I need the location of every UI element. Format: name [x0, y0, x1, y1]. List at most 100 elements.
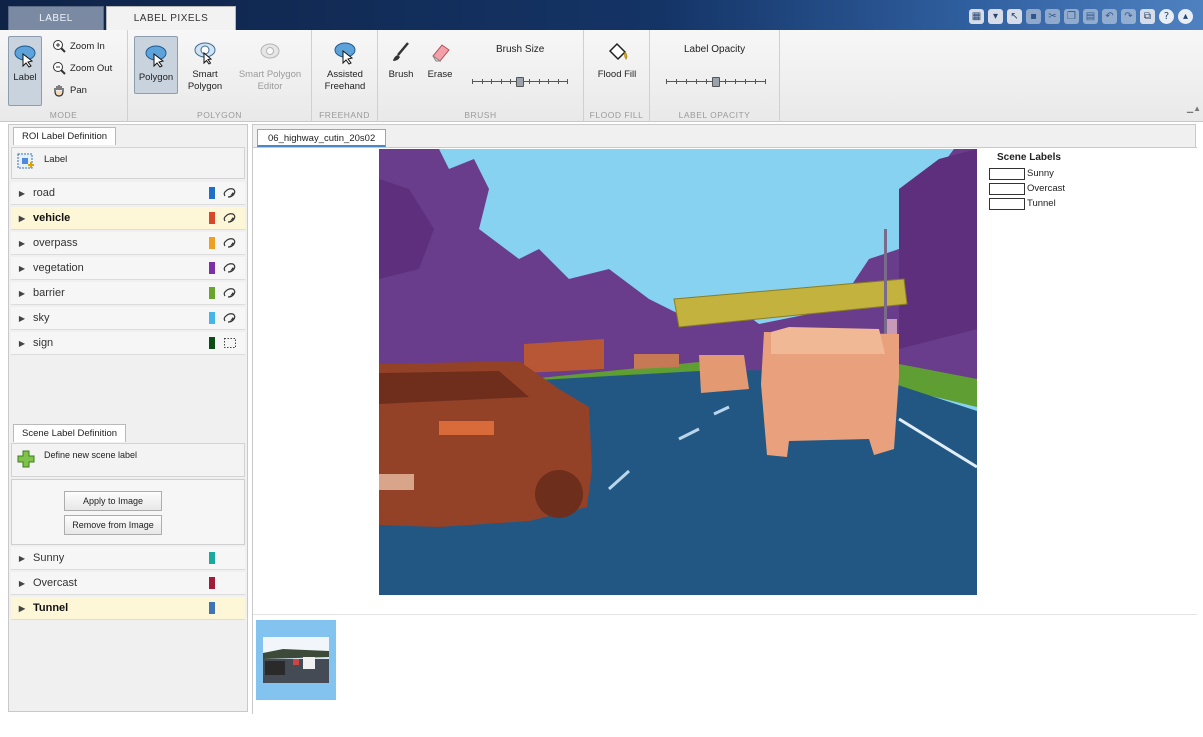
expand-arrow-icon[interactable]: ▶	[11, 214, 33, 223]
brush-size-slider[interactable]	[472, 77, 568, 87]
roi-label-barrier[interactable]: ▶ barrier	[11, 282, 245, 305]
dropdown-icon[interactable]: ▾	[988, 8, 1003, 24]
brush-button[interactable]: Brush	[384, 38, 418, 81]
cursor-icon[interactable]: ↖	[1007, 8, 1022, 24]
undo-icon[interactable]: ↶	[1102, 8, 1117, 24]
pan-button[interactable]: Pan	[52, 82, 87, 98]
expand-icon[interactable]: ▴	[1178, 8, 1193, 24]
collapse-ribbon-icon[interactable]: ▁▲	[1187, 104, 1201, 114]
brush-title: BRUSH	[464, 110, 497, 120]
save-icon[interactable]: ▪	[1026, 8, 1041, 24]
help-icon[interactable]: ?	[1159, 8, 1174, 24]
smart-polygon-button[interactable]: Smart Polygon	[182, 38, 228, 93]
scene-color-swatch	[209, 552, 215, 564]
filmstrip-thumbnail-selected[interactable]	[256, 620, 336, 700]
brush-text: Brush	[388, 69, 414, 80]
slider-thumb[interactable]	[516, 77, 524, 87]
roi-label-vehicle[interactable]: ▶ vehicle	[11, 207, 245, 230]
new-roi-label-icon	[16, 152, 36, 175]
roi-label-name: sign	[33, 337, 54, 349]
roi-label-overpass[interactable]: ▶ overpass	[11, 232, 245, 255]
expand-arrow-icon[interactable]: ▶	[11, 189, 33, 198]
image-canvas-area: Scene Labels Sunny Overcast Tunnel	[253, 147, 1197, 715]
polygon-icon	[142, 41, 170, 69]
pixel-label-icon	[223, 212, 237, 224]
window-switch-icon[interactable]: ⧉	[1140, 8, 1155, 24]
zoom-in-button[interactable]: Zoom In	[52, 38, 105, 54]
slider-tick	[538, 79, 540, 84]
legend-checkbox[interactable]	[989, 182, 1025, 195]
define-scene-label-text: Define new scene label	[44, 450, 138, 460]
tab-label-pixels[interactable]: LABEL PIXELS	[106, 6, 236, 30]
freehand-section: Assisted Freehand FREEHAND	[312, 30, 378, 122]
legend-checkbox[interactable]	[989, 167, 1025, 180]
roi-label-vegetation[interactable]: ▶ vegetation	[11, 257, 245, 280]
image-document-tab[interactable]: 06_highway_cutin_20s02	[257, 129, 387, 147]
scene-label-tunnel[interactable]: ▶ Tunnel	[11, 597, 245, 620]
expand-arrow-icon[interactable]: ▶	[11, 579, 33, 588]
slider-tick	[481, 79, 483, 84]
cut-icon[interactable]: ✂	[1045, 8, 1060, 24]
slider-tick	[491, 79, 492, 84]
zoom-in-icon	[52, 39, 66, 53]
expand-arrow-icon[interactable]: ▶	[11, 289, 33, 298]
assisted-freehand-button[interactable]: Assisted Freehand	[318, 38, 372, 93]
label-color-swatch	[209, 237, 215, 249]
expand-arrow-icon[interactable]: ▶	[11, 604, 33, 613]
app-window: LABEL LABEL PIXELS ▦ ▾ ↖ ▪ ✂ ❐ ▤ ↶ ↷ ⧉ ?…	[0, 0, 1203, 737]
erase-button[interactable]: Erase	[422, 38, 458, 81]
flood-fill-button[interactable]: Flood Fill	[592, 38, 642, 81]
flood-fill-section: Flood Fill FLOOD FILL	[584, 30, 650, 122]
label-opacity-section: Label Opacity LABEL OPACITY	[650, 30, 780, 122]
scene-label-overcast[interactable]: ▶ Overcast	[11, 572, 245, 595]
new-roi-label-row[interactable]: Label	[11, 147, 245, 179]
label-color-swatch	[209, 262, 215, 274]
slider-tick	[529, 79, 530, 84]
paste-icon[interactable]: ▤	[1083, 8, 1098, 24]
labeled-image[interactable]	[379, 149, 977, 595]
define-scene-label-row[interactable]: Define new scene label	[11, 443, 245, 477]
redo-icon[interactable]: ↷	[1121, 8, 1136, 24]
smart-polygon-editor-button[interactable]: Smart Polygon Editor	[232, 38, 308, 93]
scene-label-name: Tunnel	[33, 602, 69, 614]
roi-label-name: overpass	[33, 237, 78, 249]
label-opacity-slider[interactable]	[666, 77, 766, 87]
expand-arrow-icon[interactable]: ▶	[11, 264, 33, 273]
label-cursor-icon	[11, 41, 39, 69]
slider-tick	[695, 79, 697, 84]
legend-item-sunny: Sunny	[989, 166, 1109, 181]
rectangle-label-icon	[223, 337, 237, 349]
scene-label-sunny[interactable]: ▶ Sunny	[11, 547, 245, 570]
legend-checkbox[interactable]	[989, 197, 1025, 210]
expand-arrow-icon[interactable]: ▶	[11, 314, 33, 323]
expand-arrow-icon[interactable]: ▶	[11, 554, 33, 563]
roi-label-definition-tab[interactable]: ROI Label Definition	[13, 127, 117, 145]
scene-label-definition-tab[interactable]: Scene Label Definition	[13, 424, 127, 442]
new-roi-label-text: Label	[44, 154, 68, 165]
brush-size-label: Brush Size	[496, 44, 545, 55]
expand-arrow-icon[interactable]: ▶	[11, 339, 33, 348]
expand-arrow-icon[interactable]: ▶	[11, 239, 33, 248]
flood-fill-title: FLOOD FILL	[589, 110, 644, 120]
polygon-button[interactable]: Polygon	[134, 36, 178, 94]
remove-from-image-button[interactable]: Remove from Image	[64, 515, 162, 535]
tab-label[interactable]: LABEL	[8, 6, 104, 30]
slider-tick	[675, 79, 677, 84]
copy-icon[interactable]: ❐	[1064, 8, 1079, 24]
roi-label-name: vegetation	[33, 262, 84, 274]
legend-item-overcast: Overcast	[989, 181, 1109, 196]
label-mode-button[interactable]: Label	[8, 36, 42, 106]
quick-access-toolbar: ▦ ▾ ↖ ▪ ✂ ❐ ▤ ↶ ↷ ⧉ ? ▴	[969, 7, 1193, 25]
slider-tick	[567, 79, 568, 84]
roi-label-sky[interactable]: ▶ sky	[11, 307, 245, 330]
roi-label-road[interactable]: ▶ road	[11, 182, 245, 205]
scene-labels-legend-title: Scene Labels	[997, 152, 1061, 163]
apply-to-image-button[interactable]: Apply to Image	[64, 491, 162, 511]
legend-item-tunnel: Tunnel	[989, 196, 1109, 211]
roi-label-sign[interactable]: ▶ sign	[11, 332, 245, 355]
slider-tick	[725, 79, 727, 84]
layout-icon[interactable]: ▦	[969, 8, 984, 24]
mode-title: MODE	[49, 110, 78, 120]
zoom-out-button[interactable]: Zoom Out	[52, 60, 112, 76]
slider-thumb[interactable]	[712, 77, 720, 87]
